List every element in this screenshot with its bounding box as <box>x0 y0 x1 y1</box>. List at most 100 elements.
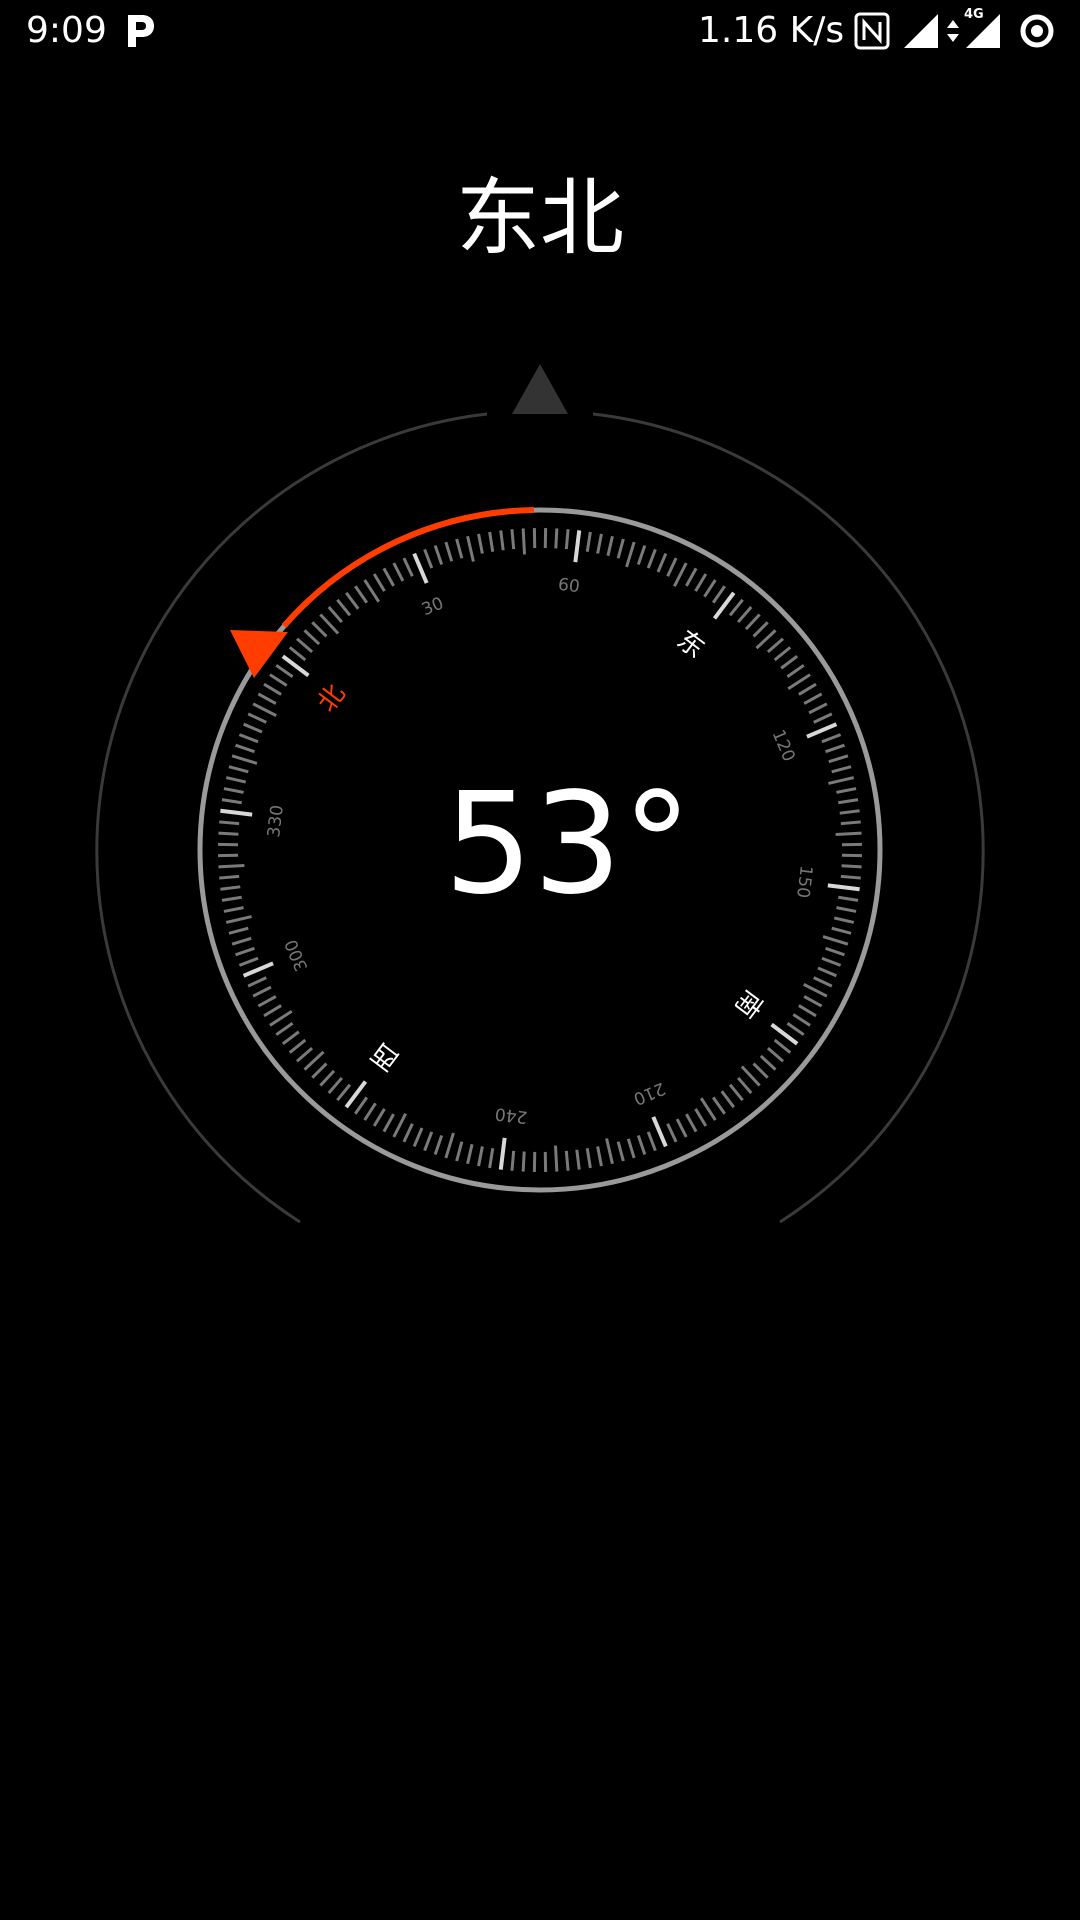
tick-mark <box>303 1050 325 1071</box>
tick-mark <box>666 557 678 577</box>
tick-mark <box>573 530 582 563</box>
tick-mark <box>575 1149 581 1170</box>
tick-mark <box>363 579 381 603</box>
tick-mark <box>327 1076 344 1095</box>
tick-mark <box>787 673 811 691</box>
tick-mark <box>666 1123 678 1143</box>
tick-mark <box>402 1123 414 1143</box>
tick-mark <box>220 885 241 891</box>
tick-mark <box>238 956 259 967</box>
tick-mark <box>455 538 464 559</box>
tick-mark <box>269 1009 293 1027</box>
tick-mark <box>773 1038 792 1054</box>
tick-mark <box>354 1096 369 1115</box>
tick-mark <box>838 895 859 902</box>
cardinal-west: 西 <box>366 1036 405 1076</box>
tick-mark <box>295 1046 314 1063</box>
compass-dial[interactable]: 30 60 120 150 210 240 300 330 北 东 南 西 <box>0 0 1080 1300</box>
heading-unit: ° <box>622 763 693 926</box>
tick-mark <box>319 1069 336 1087</box>
tick-mark <box>521 1151 526 1172</box>
tick-mark <box>219 874 240 880</box>
tick-mark <box>766 1046 785 1063</box>
tick-mark <box>728 1083 744 1102</box>
heading-readout: 53° <box>444 770 692 920</box>
tick-mark <box>606 535 614 557</box>
tick-mark <box>828 776 855 785</box>
tick-mark <box>817 966 837 978</box>
tick-mark <box>225 915 252 924</box>
tick-mark <box>825 946 845 957</box>
tick-mark <box>303 629 321 646</box>
tick-mark <box>392 562 405 582</box>
tick-mark <box>840 820 861 826</box>
tick-mark <box>281 1030 300 1045</box>
tick-mark <box>773 646 792 662</box>
tick-mark <box>616 538 625 559</box>
tick-mark <box>498 1137 507 1170</box>
tick-mark <box>433 1135 444 1155</box>
tick-mark <box>808 702 828 715</box>
tick-mark <box>673 562 688 587</box>
tick-mark <box>786 664 805 679</box>
tick-mark <box>803 983 828 998</box>
tick-mark <box>466 535 475 562</box>
tick-mark <box>656 553 668 573</box>
tick-mark <box>736 605 753 624</box>
tick-mark <box>363 1102 377 1121</box>
tick-mark <box>585 531 592 552</box>
tick-mark <box>564 1150 570 1171</box>
tick-mark <box>711 1096 726 1115</box>
tick-mark <box>720 1090 735 1109</box>
tick-mark <box>822 935 849 946</box>
tick-mark <box>412 552 429 584</box>
tick-mark <box>840 874 861 880</box>
tick-mark <box>636 545 647 565</box>
tick-mark <box>221 895 242 902</box>
tick-mark <box>813 712 833 724</box>
tick-mark <box>354 585 369 604</box>
tick-mark <box>752 1062 769 1079</box>
tick-mark <box>803 995 823 1008</box>
tick-mark <box>838 798 859 805</box>
tick-mark <box>327 605 344 624</box>
tick-mark <box>288 1038 307 1054</box>
degree-label-300: 300 <box>281 936 312 974</box>
tick-mark <box>596 533 603 554</box>
tick-mark <box>392 1113 407 1138</box>
tick-mark <box>243 722 263 734</box>
tick-mark <box>345 591 360 610</box>
tick-mark <box>228 926 249 935</box>
tick-mark <box>412 1127 424 1147</box>
tick-mark <box>252 985 272 998</box>
tick-mark <box>736 1076 753 1095</box>
tick-mark <box>694 1108 708 1127</box>
tick-mark <box>455 1141 464 1162</box>
tick-mark <box>275 664 294 679</box>
tick-mark <box>651 1116 668 1148</box>
tick-mark <box>825 743 845 754</box>
tick-mark <box>798 682 817 696</box>
degree-label-240: 240 <box>494 1103 529 1127</box>
tick-mark <box>444 541 454 562</box>
tick-mark <box>596 1146 603 1167</box>
tick-mark <box>311 1062 328 1079</box>
tick-mark <box>839 809 860 815</box>
tick-mark <box>275 1021 294 1036</box>
cardinal-north: 北 <box>312 679 352 718</box>
outer-ring <box>95 412 488 1224</box>
tick-mark <box>510 529 516 550</box>
tick-mark <box>220 808 253 817</box>
tick-mark <box>510 1150 516 1171</box>
tick-mark <box>218 863 245 869</box>
tick-mark <box>423 1131 434 1152</box>
tick-mark <box>836 787 857 794</box>
tick-mark <box>625 541 636 568</box>
tick-mark <box>786 1021 805 1036</box>
tick-mark <box>499 530 505 551</box>
tick-mark <box>263 682 282 696</box>
tick-mark <box>257 692 277 705</box>
tick-mark <box>831 926 852 935</box>
tick-mark <box>488 1148 495 1169</box>
tick-mark <box>554 528 559 549</box>
